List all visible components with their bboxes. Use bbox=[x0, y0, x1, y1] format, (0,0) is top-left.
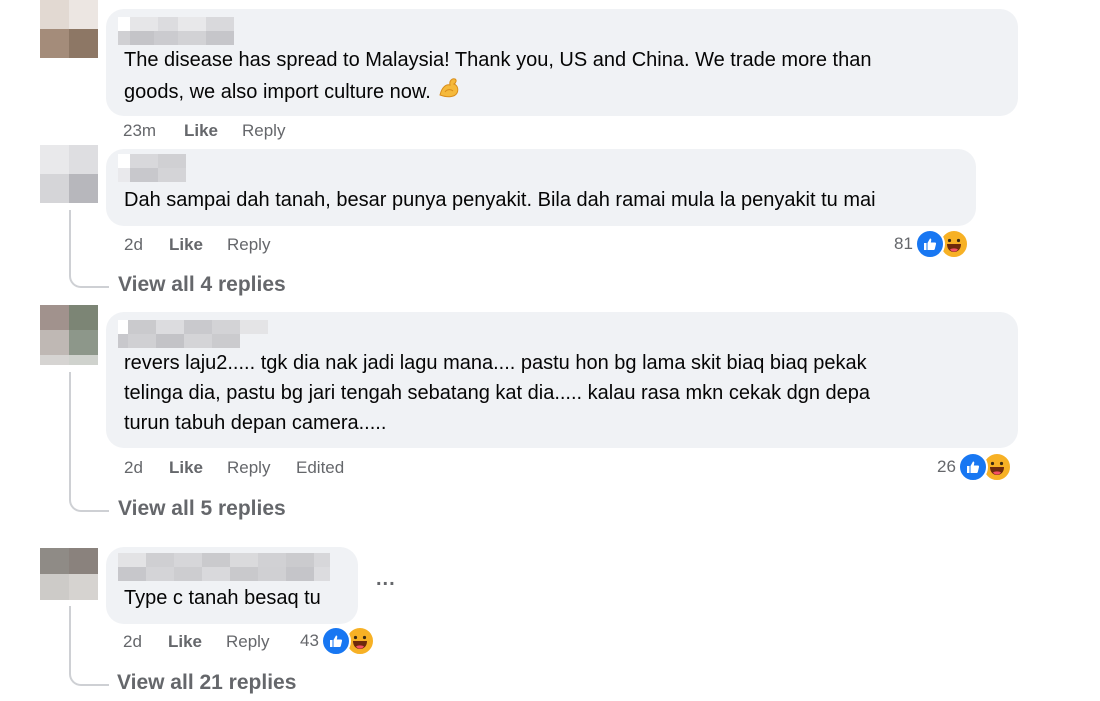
like-icon bbox=[914, 229, 945, 259]
more-options-button[interactable]: ... bbox=[376, 568, 396, 591]
commenter-name-redacted[interactable] bbox=[118, 154, 186, 182]
reply-button[interactable]: Reply bbox=[227, 235, 270, 255]
comments-section: The disease has spread to Malaysia! Than… bbox=[0, 0, 1100, 701]
commenter-name-redacted[interactable] bbox=[118, 553, 330, 581]
thread-line bbox=[69, 606, 71, 670]
comment-text: turun tabuh depan camera..... bbox=[124, 412, 387, 434]
reactions-summary[interactable]: 81 bbox=[894, 229, 969, 259]
like-button[interactable]: Like bbox=[184, 121, 218, 141]
like-icon bbox=[320, 626, 351, 656]
comment-timestamp[interactable]: 2d bbox=[124, 458, 143, 478]
reply-button[interactable]: Reply bbox=[226, 632, 269, 652]
reaction-count: 43 bbox=[300, 631, 319, 650]
reaction-count: 26 bbox=[937, 457, 956, 476]
comment-text: telinga dia, pastu bg jari tengah sebata… bbox=[124, 382, 871, 404]
view-replies-link[interactable]: View all 4 replies bbox=[118, 273, 286, 297]
comment-text: goods, we also import culture now. bbox=[124, 75, 462, 110]
avatar[interactable] bbox=[40, 305, 98, 365]
comment-text: Dah sampai dah tanah, besar punya penyak… bbox=[124, 189, 876, 211]
thread-connector bbox=[69, 270, 109, 288]
reaction-count: 81 bbox=[894, 234, 913, 253]
thread-connector bbox=[69, 668, 109, 686]
comment-text: Type c tanah besaq tu bbox=[124, 587, 321, 609]
comment-text: revers laju2..... tgk dia nak jadi lagu … bbox=[124, 352, 867, 374]
view-replies-link[interactable]: View all 5 replies bbox=[118, 497, 286, 521]
comment-timestamp[interactable]: 2d bbox=[123, 632, 142, 652]
view-replies-link[interactable]: View all 21 replies bbox=[117, 671, 296, 695]
flexed-biceps-icon bbox=[436, 75, 462, 110]
avatar[interactable] bbox=[40, 548, 98, 600]
reply-button[interactable]: Reply bbox=[227, 458, 270, 478]
comment-timestamp[interactable]: 23m bbox=[123, 121, 156, 141]
comment-text-line: goods, we also import culture now. bbox=[124, 80, 431, 103]
reactions-summary[interactable]: 26 bbox=[937, 452, 1012, 482]
avatar[interactable] bbox=[40, 0, 98, 58]
comment-timestamp[interactable]: 2d bbox=[124, 235, 143, 255]
reactions-summary[interactable]: 43 bbox=[300, 626, 375, 656]
thread-line bbox=[69, 210, 71, 272]
thread-line bbox=[69, 372, 71, 496]
thread-connector bbox=[69, 494, 109, 512]
like-button[interactable]: Like bbox=[169, 458, 203, 478]
comment-text: The disease has spread to Malaysia! Than… bbox=[124, 49, 872, 71]
reply-button[interactable]: Reply bbox=[242, 121, 285, 141]
commenter-name-redacted[interactable] bbox=[118, 17, 234, 45]
like-button[interactable]: Like bbox=[168, 632, 202, 652]
like-button[interactable]: Like bbox=[169, 235, 203, 255]
avatar[interactable] bbox=[40, 145, 98, 203]
like-icon bbox=[957, 452, 988, 482]
commenter-name-redacted[interactable] bbox=[118, 320, 272, 348]
edited-label[interactable]: Edited bbox=[296, 458, 344, 478]
